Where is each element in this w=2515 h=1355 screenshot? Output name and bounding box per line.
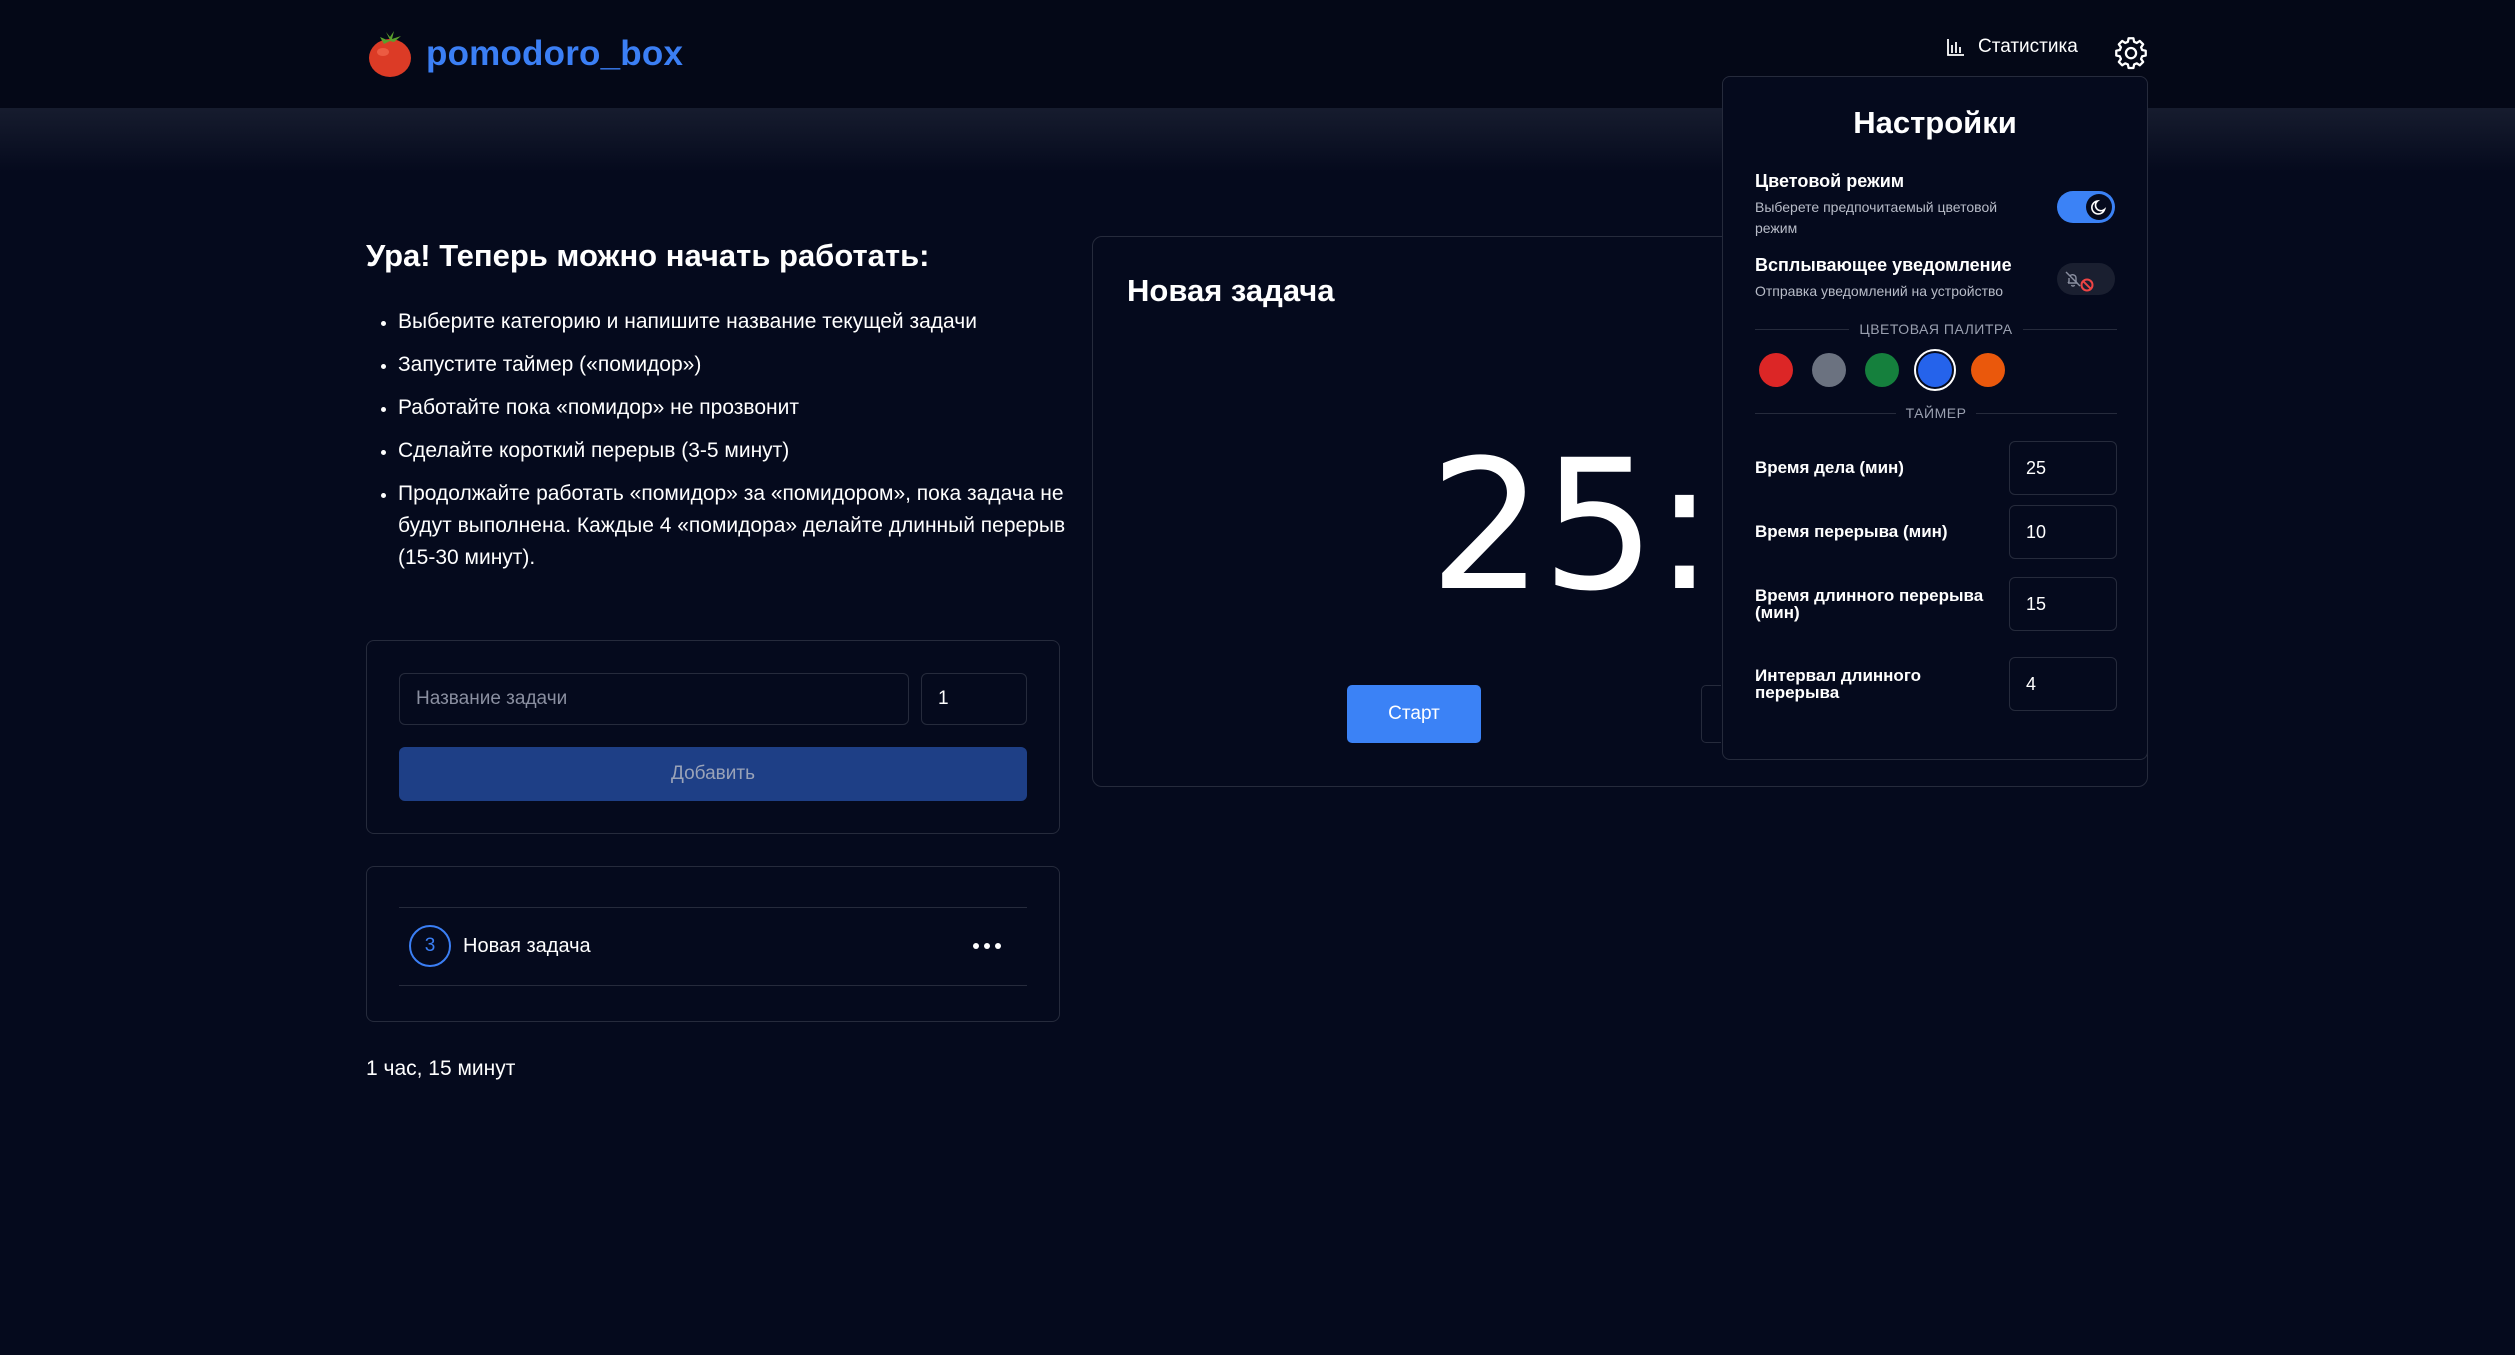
- more-horizontal-icon-dot: [995, 943, 1001, 949]
- timer-section-divider: Таймер: [1755, 403, 2117, 423]
- more-horizontal-icon-dot: [984, 943, 990, 949]
- color-swatch-orange[interactable]: [1971, 353, 2005, 387]
- toggle-knob: [2086, 194, 2112, 220]
- list-divider: [399, 985, 1027, 986]
- blocked-icon: [2080, 278, 2094, 292]
- statistics-label: Статистика: [1978, 36, 2078, 57]
- color-swatch-red[interactable]: [1759, 353, 1793, 387]
- long-break-interval-input[interactable]: [2009, 657, 2117, 711]
- color-mode-toggle[interactable]: [2057, 191, 2115, 223]
- intro-title: Ура! Теперь можно начать работать:: [366, 238, 930, 273]
- work-time-label: Время дела (мин): [1755, 458, 1904, 477]
- timer-section-title: Таймер: [1905, 405, 1967, 421]
- color-palette: [1759, 349, 2005, 391]
- task-menu-button[interactable]: [967, 929, 1007, 963]
- logo[interactable]: pomodoro_box: [366, 28, 683, 80]
- color-swatch-gray[interactable]: [1812, 353, 1846, 387]
- color-swatch-green[interactable]: [1865, 353, 1899, 387]
- task-name: Новая задача: [463, 934, 591, 957]
- work-time-input[interactable]: [2009, 441, 2117, 495]
- color-mode-description: Выберете предпочитаемый цветовой режим: [1755, 199, 1998, 236]
- notifications-description: Отправка уведомлений на устройство: [1755, 283, 2004, 299]
- add-task-form: Добавить: [366, 640, 1060, 834]
- gear-icon: [2115, 37, 2147, 70]
- task-pomodoro-count-badge: 3: [409, 925, 451, 967]
- intro-step: Сделайте короткий перерыв (3-5 минут): [398, 435, 1066, 467]
- palette-section-title: Цветовая палитра: [1859, 321, 2013, 337]
- pomodoro-count-input[interactable]: [921, 673, 1027, 725]
- current-task-title: Новая задача: [1127, 273, 1335, 308]
- break-time-label: Время перерыва (мин): [1755, 522, 1948, 541]
- color-mode-label: Цветовой режим: [1755, 171, 1905, 191]
- long-break-time-input[interactable]: [2009, 577, 2117, 631]
- tomato-icon: [369, 31, 411, 77]
- notifications-toggle[interactable]: [2057, 263, 2115, 295]
- settings-button[interactable]: [2114, 36, 2148, 70]
- moon-icon: [2091, 199, 2107, 215]
- notifications-label: Всплывающее уведомление: [1755, 255, 2012, 275]
- more-horizontal-icon-dot: [973, 943, 979, 949]
- intro-step: Выберите категорию и напишите название т…: [398, 306, 1066, 338]
- bar-chart-icon: [1947, 39, 1964, 56]
- settings-title: Настройки: [1853, 105, 2017, 140]
- long-break-time-label: Время длинного перерыва (мин): [1755, 586, 1984, 622]
- intro-step: Запустите таймер («помидор»): [398, 349, 1066, 381]
- task-name-input[interactable]: [399, 673, 909, 725]
- break-time-input[interactable]: [2009, 505, 2117, 559]
- statistics-link[interactable]: Статистика: [1946, 36, 2078, 58]
- intro-steps-list: Выберите категорию и напишите название т…: [366, 306, 1066, 585]
- logo-text: pomodoro_box: [426, 34, 684, 73]
- stop-button[interactable]: [1701, 685, 1721, 743]
- settings-panel: Настройки Цветовой режим Выберете предпо…: [1722, 76, 2148, 760]
- intro-step: Продолжайте работать «помидор» за «помид…: [398, 478, 1066, 574]
- add-task-button[interactable]: Добавить: [399, 747, 1027, 801]
- intro-step: Работайте пока «помидор» не прозвонит: [398, 392, 1066, 424]
- task-row[interactable]: 3 Новая задача: [399, 907, 1027, 985]
- task-list: 3 Новая задача: [366, 866, 1060, 1022]
- color-swatch-blue[interactable]: [1914, 349, 1956, 391]
- start-button[interactable]: Старт: [1347, 685, 1481, 743]
- palette-section-divider: Цветовая палитра: [1755, 319, 2117, 339]
- long-break-interval-label: Интервал длинного перерыва: [1755, 666, 1922, 702]
- total-time: 1 час, 15 минут: [366, 1057, 516, 1080]
